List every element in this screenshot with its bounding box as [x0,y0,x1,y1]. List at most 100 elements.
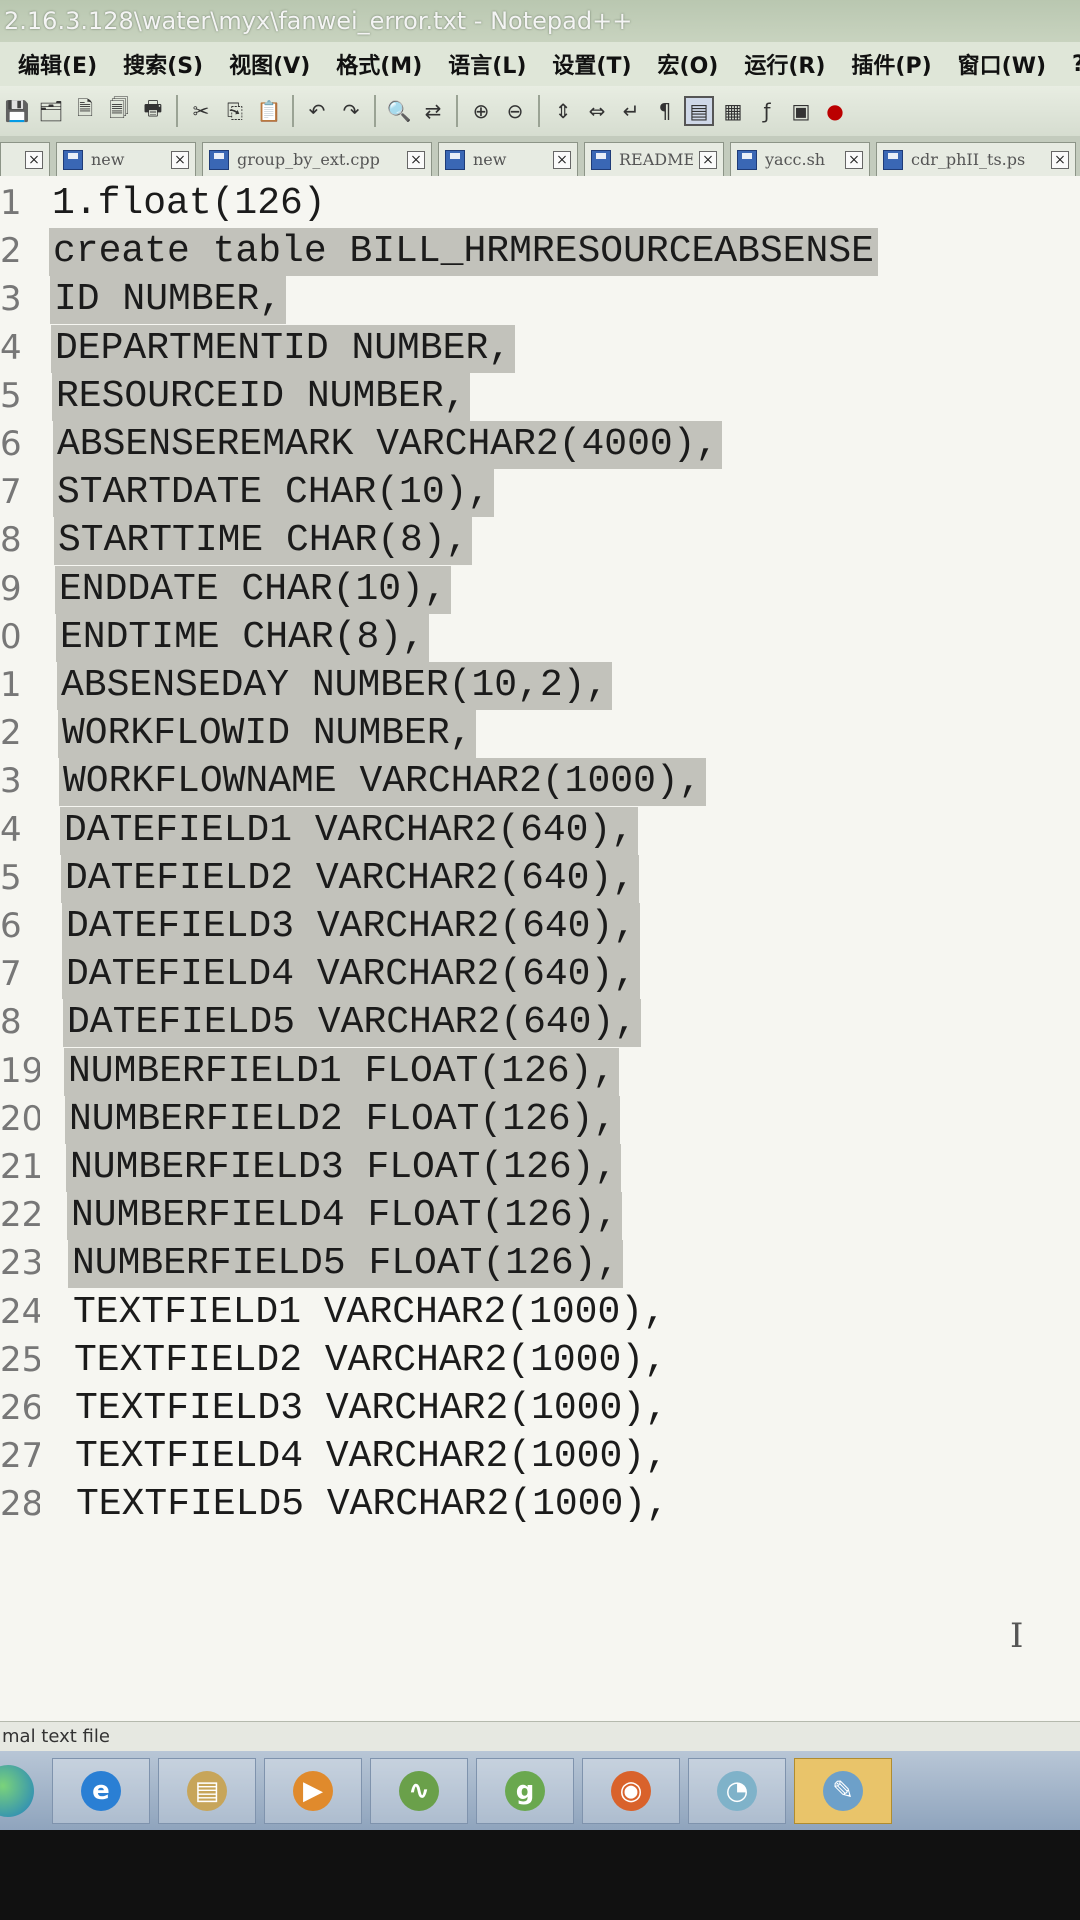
start-button[interactable] [0,1764,34,1817]
tab[interactable]: yacc.sh × [730,142,870,176]
replace-icon[interactable]: ⇄ [418,96,448,126]
code-line[interactable]: 20 NUMBERFIELD2 FLOAT(126), [0,1092,1080,1146]
code-line[interactable]: 23 NUMBERFIELD5 FLOAT(126), [0,1236,1080,1290]
close-all-icon[interactable]: 🗐 [104,96,134,126]
editor[interactable]: I 1 1.float(126) 2 create table BILL_HRMRES… [0,176,1080,1721]
line-number: 21 [0,1147,40,1187]
code-line[interactable]: 6 DATEFIELD3 VARCHAR2(640), [0,899,1080,953]
tab-close-icon[interactable]: × [845,150,863,169]
line-number: 20 [0,1098,40,1139]
tab[interactable]: new × [56,142,196,176]
taskbar-button[interactable]: ◉ [582,1757,680,1824]
code-line[interactable]: 27 TEXTFIELD4 VARCHAR2(1000), [0,1429,1080,1483]
menu-item[interactable]: 视图(V) [229,48,310,80]
menu-item[interactable]: 窗口(W) [958,48,1046,80]
menu-item[interactable]: 宏(O) [658,48,719,80]
sync-vertical-icon[interactable]: ⇕ [548,96,578,126]
save-icon[interactable]: 💾 [2,96,32,126]
record-macro-icon[interactable]: ● [820,96,850,126]
save-all-icon[interactable]: 🗂 [36,96,66,126]
code-line[interactable]: 28 TEXTFIELD5 VARCHAR2(1000), [0,1477,1080,1531]
line-text: DEPARTMENTID NUMBER, [51,324,516,373]
line-number: 3 [0,761,22,802]
zoom-in-icon[interactable]: ⊕ [466,96,496,126]
code-line[interactable]: 22 NUMBERFIELD4 FLOAT(126), [0,1188,1080,1242]
cut-icon[interactable]: ✂ [186,96,216,126]
code-line[interactable]: 3 ID NUMBER, [0,272,1080,326]
menu-item[interactable]: 搜索(S) [123,48,203,80]
code-line[interactable]: 7 STARTDATE CHAR(10), [0,465,1080,519]
tab[interactable]: × [0,142,50,176]
zoom-out-icon[interactable]: ⊖ [500,96,530,126]
menu-item[interactable]: 编辑(E) [18,48,97,80]
line-text: STARTDATE CHAR(10), [53,469,495,518]
tab-label: yacc.sh [765,150,826,169]
file-saved-icon [591,149,611,170]
menu-item[interactable]: 格式(M) [336,48,422,80]
tab-close-icon[interactable]: × [553,150,571,169]
paste-icon[interactable]: 📋 [254,96,284,126]
copy-icon[interactable]: ⎘ [220,96,250,126]
undo-icon[interactable]: ↶ [302,96,332,126]
code-line[interactable]: 21 NUMBERFIELD3 FLOAT(126), [0,1140,1080,1194]
taskbar-button[interactable]: ▶ [264,1757,362,1824]
tab[interactable]: README × [584,142,724,176]
taskbar-button[interactable]: e [52,1757,150,1824]
folder-as-workspace-icon[interactable]: ▣ [786,96,816,126]
code-line[interactable]: 8 DATEFIELD5 VARCHAR2(640), [0,995,1080,1049]
doc-map-icon[interactable]: ▦ [718,96,748,126]
code-line[interactable]: 4 DATEFIELD1 VARCHAR2(640), [0,803,1080,857]
code-line[interactable]: 24 TEXTFIELD1 VARCHAR2(1000), [0,1285,1080,1339]
tab[interactable]: new × [438,142,578,176]
code-line[interactable]: 0 ENDTIME CHAR(8), [0,610,1080,664]
tab-close-icon[interactable]: × [699,150,717,169]
code-line[interactable]: 7 DATEFIELD4 VARCHAR2(640), [0,947,1080,1001]
taskbar-button[interactable]: ✎ [794,1757,892,1824]
tab-close-icon[interactable]: × [1051,150,1069,169]
code-line[interactable]: 4 DEPARTMENTID NUMBER, [0,321,1080,375]
menu-item[interactable]: 插件(P) [851,48,931,80]
tab-close-icon[interactable]: × [407,150,425,169]
code-line[interactable]: 1 ABSENSEDAY NUMBER(10,2), [0,658,1080,712]
tab-label: README [619,150,693,169]
code-line[interactable]: 6 ABSENSEREMARK VARCHAR2(4000), [0,417,1080,471]
tab-close-icon[interactable]: × [171,150,189,169]
tab[interactable]: cdr_phII_ts.ps × [876,142,1076,176]
window-title: 2.16.3.128\water\myx\fanwei_error.txt - … [0,0,1080,42]
find-icon[interactable]: 🔍 [384,96,414,126]
file-saved-icon [445,149,465,170]
menu-item[interactable]: 运行(R) [744,48,825,80]
show-all-chars-icon[interactable]: ¶ [650,96,680,126]
menu-item[interactable]: ? [1072,52,1080,77]
taskbar-button[interactable]: ▤ [158,1757,256,1824]
line-number: 7 [0,472,22,513]
code-line[interactable]: 2 WORKFLOWID NUMBER, [0,706,1080,760]
word-wrap-icon[interactable]: ↵ [616,96,646,126]
close-icon[interactable]: 🗎 [70,96,100,126]
code-line[interactable]: 2 create table BILL_HRMRESOURCEABSENSE [0,224,1080,278]
tab[interactable]: group_by_ext.cpp × [202,142,432,176]
code-line[interactable]: 9 ENDDATE CHAR(10), [0,562,1080,616]
tab-close-icon[interactable]: × [25,150,43,169]
taskbar-button[interactable]: ◔ [688,1757,786,1824]
code-line[interactable]: 5 RESOURCEID NUMBER, [0,369,1080,423]
print-icon[interactable]: 🖶 [138,96,168,126]
menu-item[interactable]: 语言(L) [448,48,526,80]
sync-horizontal-icon[interactable]: ⇔ [582,96,612,126]
code-line[interactable]: 8 STARTTIME CHAR(8), [0,513,1080,567]
code-line[interactable]: 26 TEXTFIELD3 VARCHAR2(1000), [0,1381,1080,1435]
taskbar-button[interactable]: ∿ [370,1757,468,1824]
menu-item[interactable]: 设置(T) [552,48,631,80]
code-line[interactable]: 5 DATEFIELD2 VARCHAR2(640), [0,851,1080,905]
line-number: 6 [0,424,22,464]
code-line[interactable]: 3 WORKFLOWNAME VARCHAR2(1000), [0,754,1080,808]
line-text: DATEFIELD1 VARCHAR2(640), [60,806,639,855]
redo-icon[interactable]: ↷ [336,96,366,126]
code-line[interactable]: 1 1.float(126) [0,176,1080,230]
indent-guide-icon[interactable]: ▤ [684,96,714,126]
line-text: STARTTIME CHAR(8), [54,517,473,566]
code-line[interactable]: 25 TEXTFIELD2 VARCHAR2(1000), [0,1333,1080,1387]
taskbar-button[interactable]: g [476,1757,574,1824]
code-line[interactable]: 19 NUMBERFIELD1 FLOAT(126), [0,1044,1080,1098]
function-list-icon[interactable]: ƒ [752,96,782,126]
